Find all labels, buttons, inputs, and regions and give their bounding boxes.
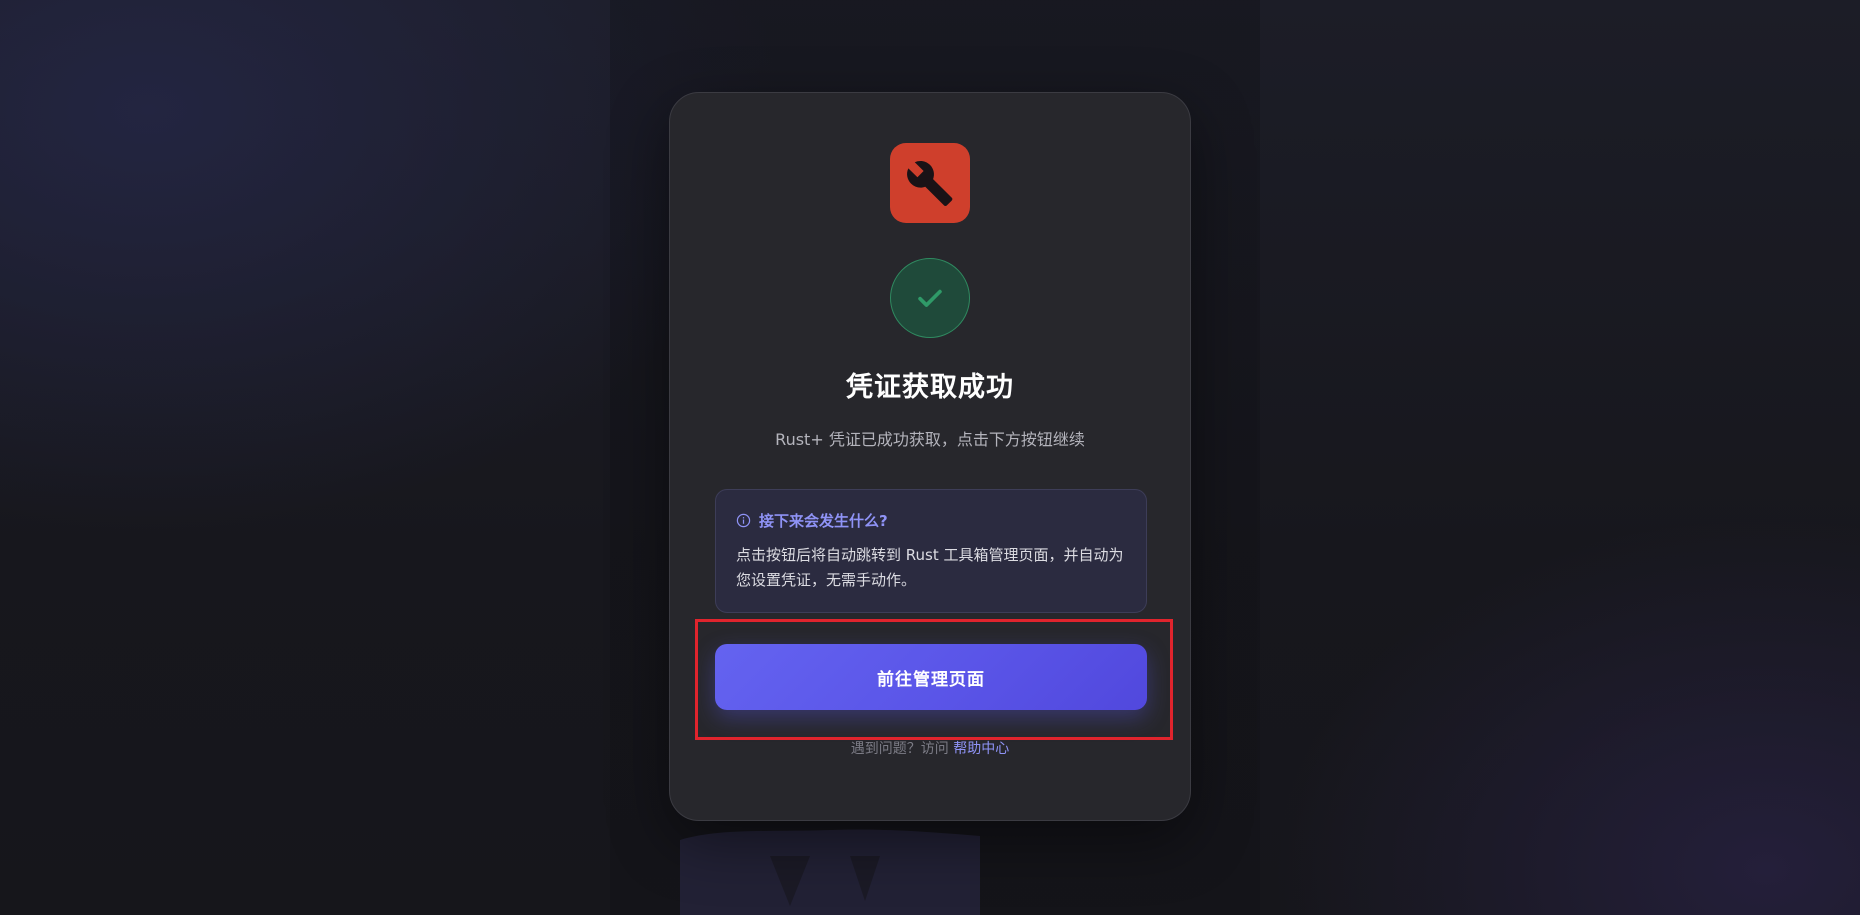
help-line: 遇到问题？访问 帮助中心 xyxy=(670,738,1190,758)
success-checkmark-icon xyxy=(890,258,970,338)
info-heading: 接下来会发生什么? xyxy=(759,512,888,530)
background-decoration xyxy=(680,829,980,915)
help-prefix: 遇到问题？访问 xyxy=(850,741,949,757)
help-center-link[interactable]: 帮助中心 xyxy=(953,741,1009,757)
wrench-icon xyxy=(890,143,970,223)
page-subtitle: Rust+ 凭证已成功获取，点击下方按钮继续 xyxy=(775,430,1085,449)
info-body: 点击按钮后将自动跳转到 Rust 工具箱管理页面，并自动为您设置凭证，无需手动作… xyxy=(736,546,1124,589)
info-box: 接下来会发生什么? 点击按钮后将自动跳转到 Rust 工具箱管理页面，并自动为您… xyxy=(715,489,1147,613)
credential-success-card: 凭证获取成功 Rust+ 凭证已成功获取，点击下方按钮继续 接下来会发生什么? … xyxy=(669,92,1191,821)
page-title: 凭证获取成功 xyxy=(846,372,1014,403)
info-heading-row: 接下来会发生什么? xyxy=(736,510,1126,531)
info-icon xyxy=(736,513,751,528)
go-to-management-button[interactable]: 前往管理页面 xyxy=(715,644,1147,710)
